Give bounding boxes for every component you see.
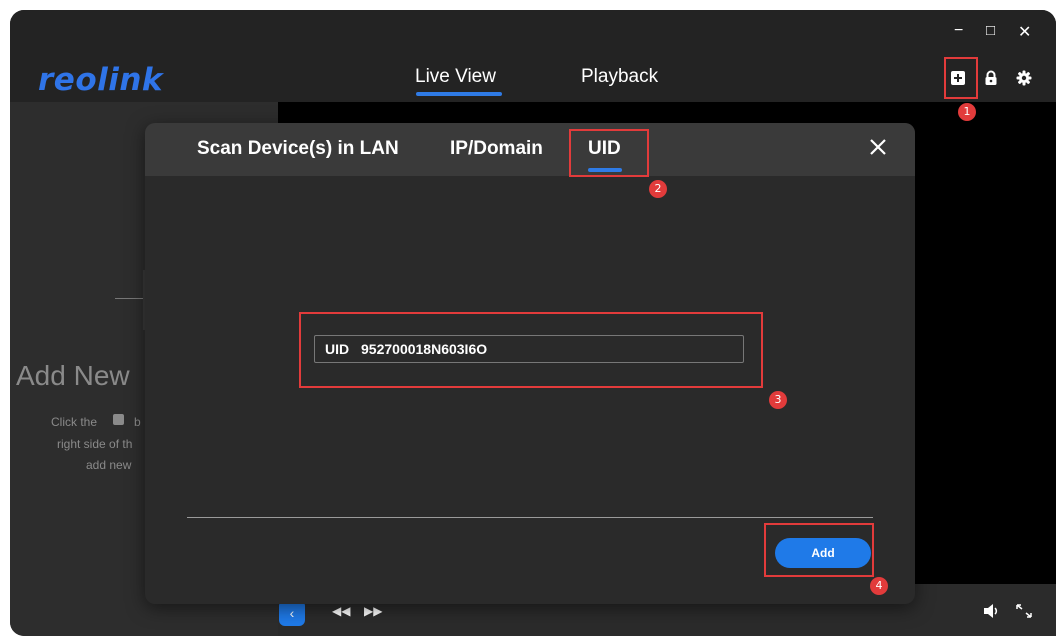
tab-ip-domain[interactable]: IP/Domain: [450, 138, 543, 160]
hint-text-3: add new: [86, 458, 132, 472]
live-view-underline: [416, 92, 502, 96]
step-badge-1: 1: [958, 103, 976, 121]
minimize-button[interactable]: −: [954, 22, 963, 40]
fast-forward-icon[interactable]: ▶▶: [364, 604, 382, 618]
step-badge-2: 2: [649, 180, 667, 198]
annotation-box-2: [569, 129, 649, 177]
step-badge-4: 4: [870, 577, 888, 595]
lock-icon[interactable]: [980, 67, 1002, 89]
top-bar: reolink Live View Playback − □ ✕: [10, 10, 1056, 102]
gear-icon[interactable]: [1013, 67, 1035, 89]
tab-scan-lan[interactable]: Scan Device(s) in LAN: [197, 138, 399, 160]
hint-text-1a: Click the: [51, 415, 98, 429]
maximize-button[interactable]: □: [986, 22, 995, 39]
annotation-box-1: [944, 57, 978, 99]
rewind-icon[interactable]: ◀◀: [332, 604, 350, 618]
hint-text-1b: b: [134, 415, 141, 429]
close-icon[interactable]: [867, 136, 889, 158]
tab-live-view[interactable]: Live View: [415, 66, 496, 88]
hint-text-2: right side of th: [57, 437, 133, 451]
tab-playback[interactable]: Playback: [581, 66, 658, 88]
annotation-box-3: [299, 312, 763, 388]
close-window-button[interactable]: ✕: [1018, 22, 1031, 42]
dialog-separator: [187, 517, 873, 518]
reolink-logo: reolink: [38, 62, 164, 98]
add-device-hint-icon: [113, 414, 124, 425]
dialog-header: Scan Device(s) in LAN IP/Domain UID: [145, 123, 915, 176]
volume-icon[interactable]: [983, 603, 1001, 619]
add-new-title: Add New: [16, 360, 130, 391]
annotation-box-4: [764, 523, 874, 577]
fullscreen-icon[interactable]: [1016, 604, 1032, 618]
step-badge-3: 3: [769, 391, 787, 409]
divider-line: [115, 298, 145, 299]
